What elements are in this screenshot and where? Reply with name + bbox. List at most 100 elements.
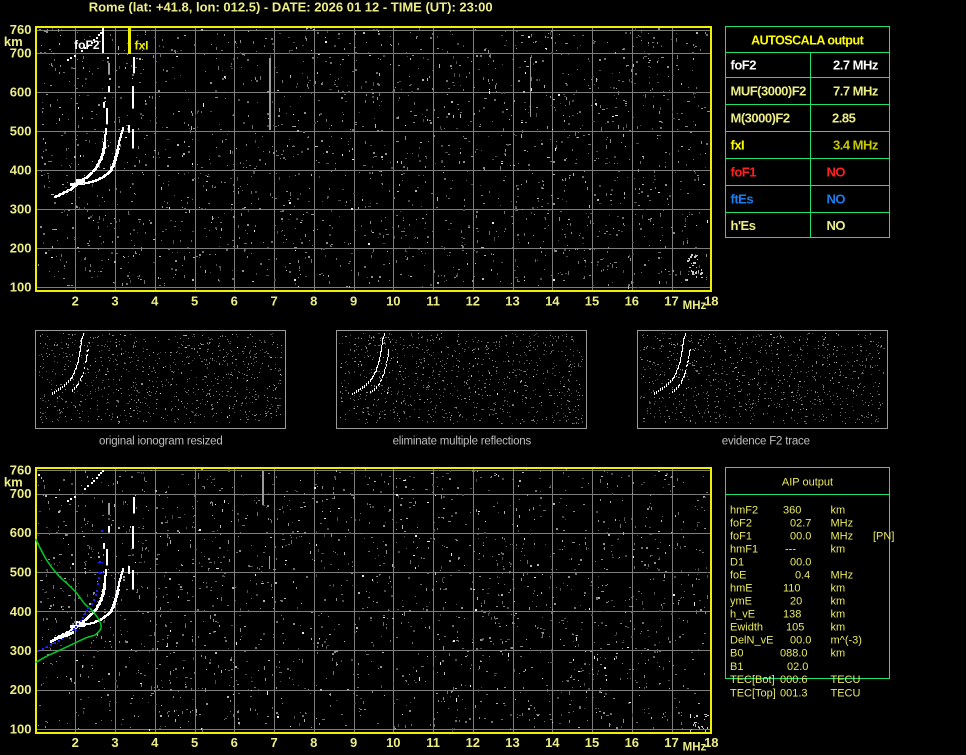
svg-text:ymE: ymE — [730, 596, 752, 608]
svg-text:360: 360 — [783, 504, 801, 516]
svg-text:105: 105 — [786, 622, 804, 634]
svg-text:MHz: MHz — [831, 517, 854, 529]
svg-text:110: 110 — [783, 583, 801, 595]
svg-text:foE: foE — [730, 570, 747, 582]
svg-text:00.0: 00.0 — [790, 635, 811, 647]
svg-text:300: 300 — [10, 643, 32, 658]
svg-text:14: 14 — [545, 294, 560, 309]
svg-text:500: 500 — [10, 565, 32, 580]
svg-text:17: 17 — [664, 735, 678, 750]
svg-text:2.7 MHz: 2.7 MHz — [833, 58, 879, 73]
svg-text:5: 5 — [191, 735, 198, 750]
svg-text:MHz: MHz — [831, 570, 854, 582]
svg-text:foF2: foF2 — [730, 517, 752, 529]
svg-text:hmF2: hmF2 — [730, 504, 758, 516]
svg-text:7.7 MHz: 7.7 MHz — [833, 84, 879, 99]
svg-text:001.3: 001.3 — [780, 688, 808, 700]
svg-text:foF2: foF2 — [74, 38, 100, 52]
svg-text:km: km — [831, 596, 846, 608]
svg-text:km: km — [831, 543, 846, 555]
svg-text:7: 7 — [270, 735, 277, 750]
svg-text:4: 4 — [151, 735, 159, 750]
svg-text:D1: D1 — [730, 557, 744, 569]
svg-text:evidence F2 trace: evidence F2 trace — [722, 436, 810, 448]
svg-text:11: 11 — [426, 294, 440, 309]
svg-text:NO: NO — [827, 218, 846, 233]
svg-text:12: 12 — [466, 735, 480, 750]
svg-text:400: 400 — [10, 163, 32, 178]
svg-text:h_vE: h_vE — [730, 609, 755, 621]
svg-text:3: 3 — [111, 294, 118, 309]
svg-text:8: 8 — [310, 735, 317, 750]
svg-text:ftEs: ftEs — [731, 192, 754, 207]
svg-text:foF1: foF1 — [730, 530, 752, 542]
svg-text:DelN_vE: DelN_vE — [730, 635, 773, 647]
svg-text:hmE: hmE — [730, 583, 753, 595]
svg-text:138: 138 — [783, 609, 801, 621]
svg-text:15: 15 — [585, 294, 599, 309]
svg-text:TECU: TECU — [831, 674, 861, 686]
svg-text:5: 5 — [191, 294, 198, 309]
svg-text:600: 600 — [10, 85, 32, 100]
svg-text:16: 16 — [625, 294, 639, 309]
svg-text:300: 300 — [10, 202, 32, 217]
svg-text:TEC[Bot]: TEC[Bot] — [730, 674, 775, 686]
svg-text:TECU: TECU — [831, 688, 861, 700]
svg-text:9: 9 — [350, 294, 357, 309]
svg-text:MUF(3000)F2: MUF(3000)F2 — [731, 84, 807, 99]
svg-text:AUTOSCALA output: AUTOSCALA output — [751, 34, 864, 48]
svg-text:fxI: fxI — [135, 39, 149, 53]
svg-text:600: 600 — [10, 525, 32, 540]
svg-text:17: 17 — [664, 294, 678, 309]
svg-text:10: 10 — [386, 735, 400, 750]
svg-text:3: 3 — [111, 735, 118, 750]
svg-text:foF1: foF1 — [731, 165, 757, 180]
svg-text:km: km — [831, 609, 846, 621]
svg-text:2.85: 2.85 — [832, 111, 856, 126]
svg-text:TEC[Top]: TEC[Top] — [730, 688, 776, 700]
svg-text:6: 6 — [231, 735, 238, 750]
svg-text:MHz: MHz — [831, 530, 854, 542]
svg-text:hmF1: hmF1 — [730, 543, 758, 555]
svg-text:14: 14 — [545, 735, 560, 750]
svg-text:km: km — [4, 34, 23, 49]
svg-text:AIP output: AIP output — [782, 477, 833, 489]
svg-text:13: 13 — [505, 735, 519, 750]
svg-text:100: 100 — [10, 722, 32, 737]
svg-text:3.4 MHz: 3.4 MHz — [833, 138, 879, 153]
svg-text:Rome (lat: +41.8, lon: 012.5): Rome (lat: +41.8, lon: 012.5) - DATE: 20… — [89, 0, 493, 15]
svg-text:m^(-3): m^(-3) — [831, 635, 862, 647]
svg-text:0.4: 0.4 — [795, 570, 810, 582]
svg-text:200: 200 — [10, 682, 32, 697]
svg-text:15: 15 — [585, 735, 599, 750]
svg-text:100: 100 — [10, 280, 32, 295]
svg-text:200: 200 — [10, 241, 32, 256]
svg-text:20: 20 — [790, 596, 802, 608]
svg-text:8: 8 — [310, 294, 317, 309]
svg-text:NO: NO — [827, 165, 846, 180]
svg-text:2: 2 — [72, 735, 79, 750]
svg-text:02.0: 02.0 — [787, 661, 808, 673]
svg-text:9: 9 — [350, 735, 357, 750]
svg-text:00.0: 00.0 — [790, 530, 811, 542]
svg-text:M(3000)F2: M(3000)F2 — [731, 111, 790, 126]
svg-text:10: 10 — [386, 294, 400, 309]
svg-text:400: 400 — [10, 604, 32, 619]
svg-text:4: 4 — [151, 294, 159, 309]
svg-text:11: 11 — [426, 735, 440, 750]
svg-text:km: km — [831, 622, 846, 634]
svg-text:02.7: 02.7 — [790, 517, 811, 529]
svg-text:00.0: 00.0 — [790, 557, 811, 569]
svg-text:500: 500 — [10, 124, 32, 139]
svg-text:original ionogram resized: original ionogram resized — [99, 436, 222, 448]
svg-text:Ewidth: Ewidth — [730, 622, 763, 634]
svg-text:2: 2 — [72, 294, 79, 309]
svg-text:MHz: MHz — [683, 300, 707, 312]
svg-text:B0: B0 — [730, 648, 743, 660]
svg-text:6: 6 — [231, 294, 238, 309]
svg-text:MHz: MHz — [683, 742, 707, 754]
svg-text:eliminate multiple reflections: eliminate multiple reflections — [393, 436, 532, 448]
svg-text:088.0: 088.0 — [780, 648, 808, 660]
svg-text:12: 12 — [466, 294, 480, 309]
svg-text:km: km — [831, 648, 846, 660]
